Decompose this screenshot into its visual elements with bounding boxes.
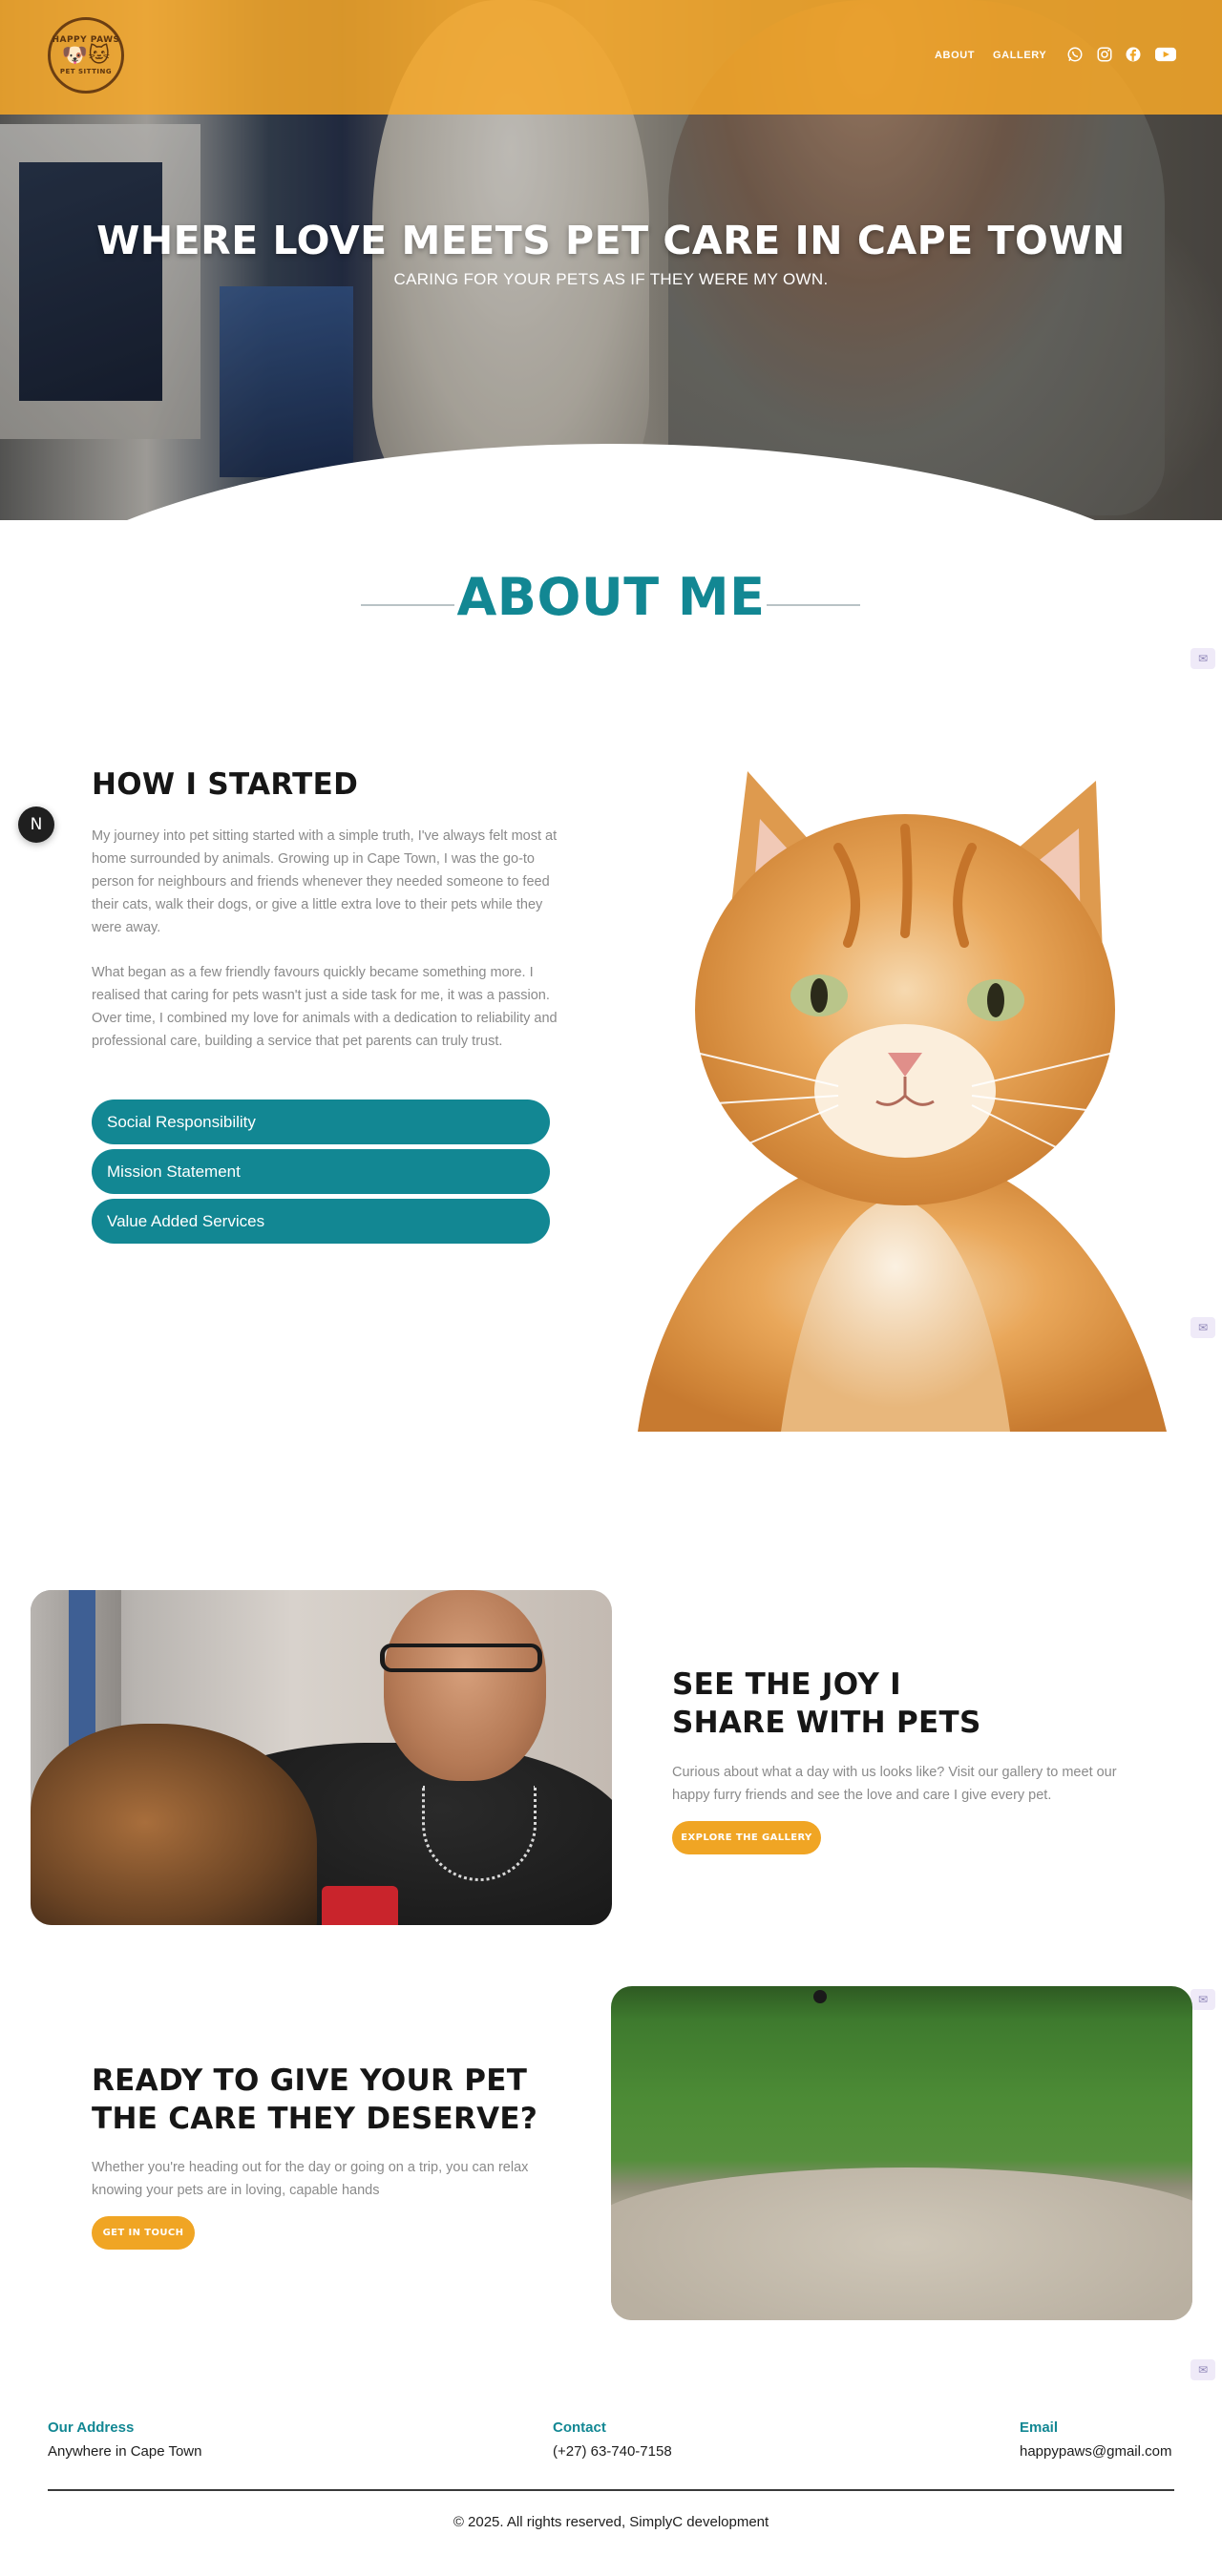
footer-address-label: Our Address <box>48 2419 135 2436</box>
social-responsibility-button[interactable]: Social Responsibility <box>92 1100 550 1144</box>
joy-title-line-1: SEE THE JOY I <box>672 1667 901 1702</box>
hero-subtitle: CARING FOR YOUR PETS AS IF THEY WERE MY … <box>393 270 829 288</box>
photo-shirt-print <box>322 1886 398 1925</box>
page: HAPPY PAWS 🐶🐱 PET SITTING ABOUT GALLERY … <box>0 0 1222 2576</box>
ready-paragraph: Whether you're heading out for the day o… <box>92 2160 529 2198</box>
about-divider-right <box>767 604 860 606</box>
how-started-paragraph-2: What began as a few friendly favours qui… <box>92 965 558 1049</box>
ready-title: READY TO GIVE YOUR PET THE CARE THEY DES… <box>92 2062 588 2138</box>
joy-title: SEE THE JOY I SHARE WITH PETS <box>672 1665 1073 1742</box>
photo-sand-patch <box>611 2168 1192 2320</box>
how-started-paragraph-1: My journey into pet sitting started with… <box>92 828 558 935</box>
logo-text-bottom: PET SITTING <box>59 68 113 75</box>
explore-gallery-button[interactable]: EXPLORE THE GALLERY <box>672 1821 821 1854</box>
site-header: HAPPY PAWS 🐶🐱 PET SITTING ABOUT GALLERY <box>0 0 1222 115</box>
about-title: ABOUT ME <box>456 567 766 627</box>
owner-with-dog-photo <box>31 1590 612 1925</box>
photo-glasses <box>380 1644 542 1672</box>
hero-title: WHERE LOVE MEETS PET CARE IN CAPE TOWN <box>96 218 1126 263</box>
footer-contact-phone[interactable]: (+27) 63-740-7158 <box>553 2443 672 2460</box>
footer-address-value: Anywhere in Cape Town <box>48 2443 202 2460</box>
park-field-photo <box>611 1986 1192 2320</box>
ready-title-line-2: THE CARE THEY DESERVE? <box>92 2102 538 2136</box>
mission-statement-button[interactable]: Mission Statement <box>92 1149 550 1194</box>
whatsapp-icon[interactable] <box>1066 46 1084 63</box>
youtube-icon[interactable] <box>1155 46 1176 63</box>
photo-distant-dog <box>813 1990 827 2003</box>
site-logo[interactable]: HAPPY PAWS 🐶🐱 PET SITTING <box>48 17 124 94</box>
floating-badge-button[interactable]: N <box>18 806 54 843</box>
ready-title-line-1: READY TO GIVE YOUR PET <box>92 2063 528 2098</box>
mail-icon[interactable]: ✉ <box>1190 2359 1215 2380</box>
photo-person-head <box>384 1590 546 1781</box>
mail-icon[interactable]: ✉ <box>1190 648 1215 669</box>
get-in-touch-button[interactable]: GET IN TOUCH <box>92 2216 195 2250</box>
nav-gallery[interactable]: GALLERY <box>993 50 1046 61</box>
mail-icon[interactable]: ✉ <box>1190 1317 1215 1338</box>
how-started-title: HOW I STARTED <box>92 767 359 802</box>
cat-photo <box>638 771 1167 1432</box>
footer-divider <box>48 2489 1174 2491</box>
mail-icon[interactable]: ✉ <box>1190 1989 1215 2010</box>
nav-about[interactable]: ABOUT <box>935 50 975 61</box>
footer-email-label: Email <box>1020 2419 1059 2436</box>
value-added-services-button[interactable]: Value Added Services <box>92 1199 550 1244</box>
joy-title-line-2: SHARE WITH PETS <box>672 1706 981 1740</box>
footer-email-value[interactable]: happypaws@gmail.com <box>1020 2443 1171 2460</box>
hero-section: HAPPY PAWS 🐶🐱 PET SITTING ABOUT GALLERY … <box>0 0 1222 520</box>
logo-pets-icon: 🐶🐱 <box>61 44 111 68</box>
instagram-icon[interactable] <box>1096 46 1113 63</box>
footer-contact-label: Contact <box>553 2419 606 2436</box>
footer-copyright: © 2025. All rights reserved, SimplyC dev… <box>453 2514 769 2530</box>
facebook-icon[interactable] <box>1125 46 1142 63</box>
joy-paragraph: Curious about what a day with us looks l… <box>672 1765 1117 1803</box>
